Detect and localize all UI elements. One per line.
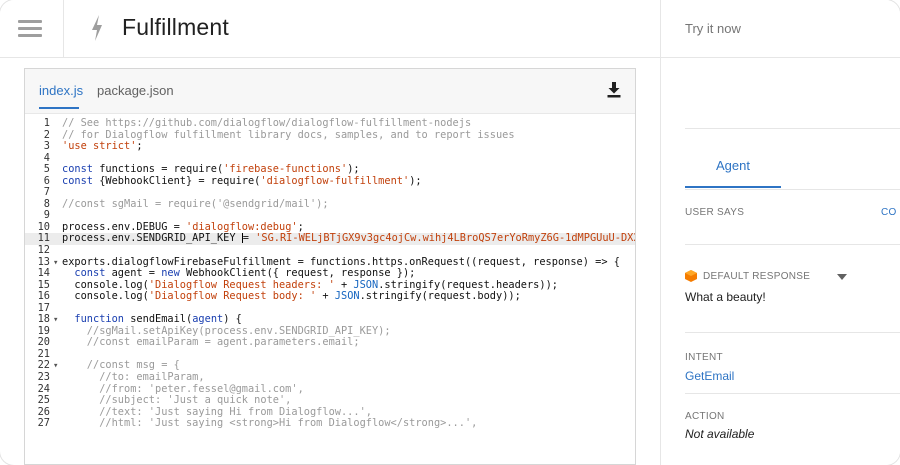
lightning-bolt-icon: [92, 15, 102, 41]
line-number: 25: [37, 394, 50, 407]
code-line[interactable]: 16 console.log('Dialogflow Request body:…: [25, 290, 635, 303]
tab-agent-label: Agent: [716, 158, 750, 173]
code-token: process.env.DEBUG =: [62, 220, 186, 233]
line-number: 14: [37, 267, 50, 280]
line-number: 23: [37, 371, 50, 384]
code-token: WebhookClient({ request, response });: [179, 267, 416, 280]
code-token: ;: [297, 220, 304, 233]
line-number: 3: [43, 140, 50, 153]
code-line[interactable]: 3 'use strict';: [25, 140, 635, 153]
code-token: 'Dialogflow Request body: ': [148, 290, 317, 303]
code-token: agent =: [105, 267, 162, 280]
line-number: 5: [43, 163, 50, 176]
code-token: .stringify(request.headers));: [378, 278, 558, 291]
code-token: //sgMail.setApiKey(process.env.SENDGRID_…: [62, 324, 391, 337]
user-says-label: USER SAYS: [685, 207, 745, 218]
page-title: Fulfillment: [122, 14, 230, 40]
code-token: +: [316, 290, 335, 303]
code-token: =: [242, 232, 256, 245]
code-token: JSON: [353, 278, 379, 291]
code-token: ;: [136, 140, 143, 153]
code-token: );: [409, 174, 422, 187]
try-it-header: Try it now: [661, 0, 900, 58]
tab-package-json[interactable]: package.json: [97, 83, 174, 98]
code-token: console.log(: [62, 290, 149, 303]
code-token: +: [334, 278, 354, 291]
code-token: JSON: [334, 290, 360, 303]
code-token: const: [62, 174, 93, 187]
top-header: Fulfillment: [0, 0, 660, 58]
intent-label: INTENT: [685, 352, 723, 363]
editor-tabs: index.js package.json: [25, 69, 635, 114]
try-it-area: [685, 59, 900, 129]
line-number: 12: [37, 244, 50, 257]
code-token: ) {: [223, 313, 242, 326]
code-token: //from: 'peter.fessel@gmail.com',: [62, 382, 304, 395]
code-token: 'firebase-functions': [223, 163, 348, 176]
code-token: //const emailParam = agent.parameters.em…: [62, 336, 360, 349]
code-token: 'dialogflow-fulfillment': [260, 174, 410, 187]
line-number: 1: [43, 118, 50, 129]
code-token: //html: 'Just saying <strong>Hi from Dia…: [62, 417, 478, 430]
tab-agent[interactable]: Agent: [685, 130, 781, 188]
code-token: 'Dialogflow Request headers: ': [148, 278, 335, 291]
code-line[interactable]: 20 //const emailParam = agent.parameters…: [25, 337, 635, 349]
code-area[interactable]: 1 // See https://github.com/dialogflow/di…: [25, 118, 635, 465]
try-it-input[interactable]: Try it now: [685, 21, 741, 36]
default-response-value: What a beauty!: [685, 290, 766, 304]
app-frame: Fulfillment index.js package.json 1 // Se…: [0, 0, 900, 465]
code-token: .stringify(request.body));: [359, 290, 521, 303]
default-response-icon: [685, 270, 697, 282]
header-divider: [63, 0, 64, 58]
hamburger-menu-icon[interactable]: [18, 20, 42, 38]
code-line[interactable]: 27 //html: 'Just saying <strong>Hi from …: [25, 417, 635, 430]
try-it-panel: Try it now Agent USER SAYS CO DEFAULT RE…: [660, 0, 900, 465]
code-line[interactable]: 11 process.env.SENDGRID_API_KEY = 'SG.RI-…: [25, 232, 635, 246]
code-line[interactable]: 6 const {WebhookClient} = require('dialog…: [25, 174, 635, 188]
intent-link[interactable]: GetEmail: [685, 369, 734, 383]
code-token: //const sgMail = require('@sendgrid/mail…: [62, 197, 329, 210]
divider: [685, 244, 900, 245]
code-editor: index.js package.json 1 // See https://gi…: [24, 68, 636, 465]
code-line[interactable]: 8//const sgMail = require('@sendgrid/mai…: [25, 197, 635, 211]
code-token: exports.dialogflowFirebaseFulfillment = …: [62, 255, 620, 268]
divider: [685, 332, 900, 333]
default-response-label: DEFAULT RESPONSE: [703, 271, 811, 282]
action-label: ACTION: [685, 411, 725, 422]
code-token: new: [161, 267, 180, 280]
code-token: functions = require(: [93, 163, 224, 176]
line-number: 27: [37, 417, 50, 430]
code-token: //to: emailParam,: [62, 371, 205, 384]
code-token: console.log(: [62, 278, 149, 291]
code-token: 'SG.RI-WELjBTjGX9v3gc4ojCw.wihj4LBroQS7e…: [255, 232, 635, 245]
action-value: Not available: [685, 427, 755, 441]
active-tab-indicator: [39, 107, 79, 109]
code-token: process.env.SENDGRID_API_KEY: [62, 232, 242, 245]
code-token: //subject: 'Just a quick note',: [62, 394, 292, 407]
code-token: );: [347, 163, 360, 176]
code-token: //const msg = {: [62, 359, 180, 372]
divider: [685, 189, 900, 190]
code-token: sendEmail(: [124, 313, 193, 326]
code-token: 'use strict': [62, 140, 137, 153]
code-token: const: [62, 163, 93, 176]
copy-curl-link[interactable]: CO: [881, 207, 897, 218]
code-token: function: [74, 313, 125, 326]
code-token: 'dialogflow:debug': [186, 220, 298, 233]
code-token: // for Dialogflow fulfillment library do…: [62, 128, 515, 141]
code-token: agent: [192, 313, 224, 326]
download-icon[interactable]: [607, 82, 621, 98]
code-token: const: [74, 267, 106, 280]
code-token: // See https://github.com/dialogflow/dia…: [62, 118, 472, 129]
chevron-down-icon[interactable]: [837, 274, 847, 280]
code-token: //text: 'Just saying Hi from Dialogflow.…: [62, 405, 372, 418]
code-token: {WebhookClient} = require(: [93, 174, 261, 187]
tab-index-js[interactable]: index.js: [39, 83, 83, 98]
divider: [685, 393, 900, 394]
